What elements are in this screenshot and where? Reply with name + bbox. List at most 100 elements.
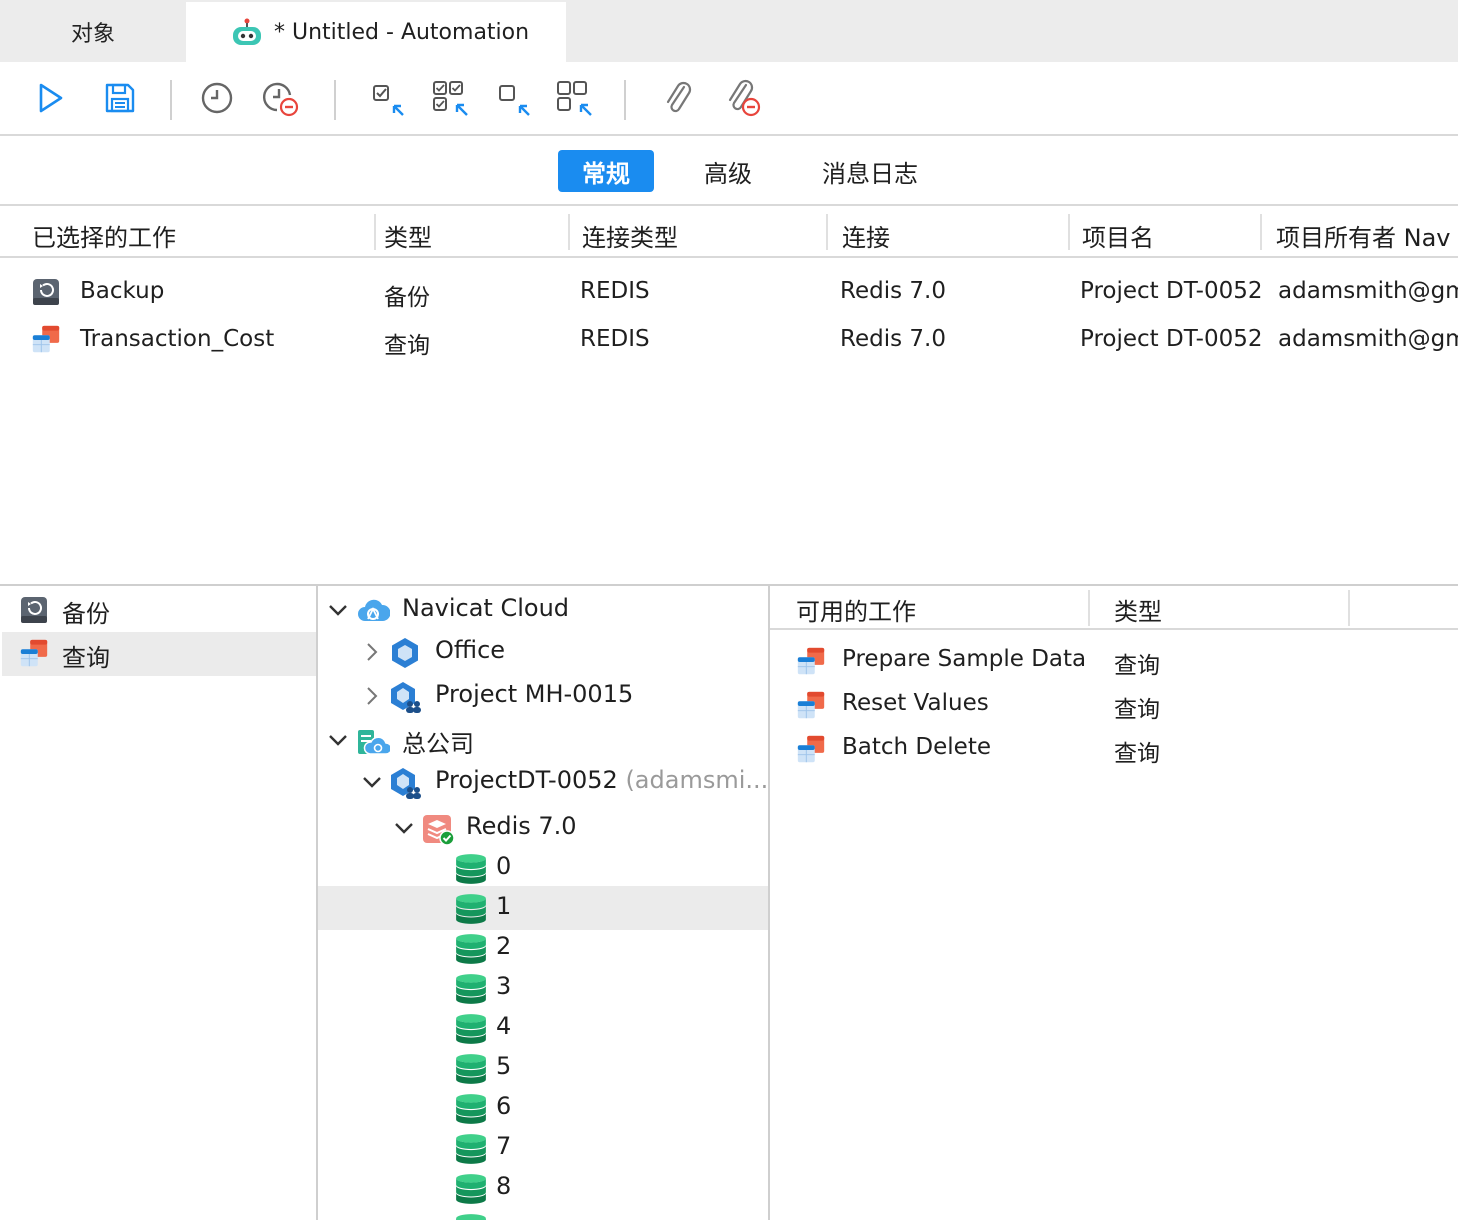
- remove-attachment-icon: [728, 79, 761, 117]
- column-header-type[interactable]: 类型: [1114, 592, 1162, 627]
- deselect-job-button[interactable]: [490, 76, 534, 120]
- deselect-all-jobs-button[interactable]: [552, 76, 596, 120]
- tree-item-redis[interactable]: Redis 7.0: [318, 806, 768, 850]
- tab-advanced[interactable]: 高级: [690, 150, 766, 192]
- cloud-icon: [358, 599, 390, 621]
- project-owner: (adamsmi...: [625, 766, 768, 794]
- tab-objects[interactable]: 对象: [2, 2, 184, 62]
- project-name: ProjectDT-0052: [435, 766, 618, 794]
- tree-item-db-4[interactable]: 4: [318, 1006, 768, 1050]
- available-job-name: Reset Values: [842, 690, 989, 716]
- select-all-jobs-button[interactable]: [428, 76, 472, 120]
- chevron-right-icon[interactable]: [360, 684, 384, 708]
- chevron-down-icon[interactable]: [326, 598, 350, 622]
- job-connection: Redis 7.0: [840, 326, 946, 352]
- column-header-type[interactable]: 类型: [384, 218, 432, 253]
- job-category-list: 备份 查询: [2, 586, 316, 1220]
- column-header-connection-type[interactable]: 连接类型: [582, 218, 678, 253]
- column-divider[interactable]: [1348, 590, 1350, 626]
- column-header-available-jobs[interactable]: 可用的工作: [796, 592, 916, 627]
- column-header-project-name[interactable]: 项目名: [1082, 218, 1154, 253]
- tree-label: 6: [496, 1092, 512, 1120]
- tree-label: Project MH-0015: [435, 680, 634, 708]
- chevron-down-icon[interactable]: [392, 816, 416, 840]
- tree-item-office[interactable]: Office: [318, 630, 768, 674]
- column-header-connection[interactable]: 连接: [842, 218, 890, 253]
- team-project-icon: [388, 766, 422, 800]
- tab-automation-label: * Untitled - Automation: [274, 19, 530, 45]
- tree-label: 7: [496, 1132, 512, 1160]
- attach-button[interactable]: [656, 76, 700, 120]
- table-row[interactable]: Backup 备份 REDIS Redis 7.0 Project DT-005…: [0, 268, 1458, 316]
- tree-item-project-dt[interactable]: ProjectDT-0052 (adamsmi...: [318, 760, 768, 804]
- column-header-project-owner[interactable]: 项目所有者 Nav: [1276, 218, 1451, 253]
- job-project: Project DT-0052: [1080, 326, 1263, 352]
- category-item-backup[interactable]: 备份: [2, 588, 316, 632]
- category-item-query[interactable]: 查询: [2, 632, 316, 676]
- select-job-button[interactable]: [364, 76, 408, 120]
- tree-item-db-partial[interactable]: [318, 1206, 768, 1220]
- remove-schedule-icon: [262, 82, 299, 117]
- tree-label: 3: [496, 972, 512, 1000]
- select-job-icon: [373, 85, 404, 116]
- list-item[interactable]: Batch Delete 查询: [770, 726, 1458, 770]
- chevron-right-icon[interactable]: [360, 640, 384, 664]
- tree-label: 5: [496, 1052, 512, 1080]
- tree-label: Office: [435, 636, 506, 664]
- available-job-type: 查询: [1114, 741, 1160, 767]
- toolbar-separator: [334, 80, 336, 120]
- chevron-down-icon[interactable]: [360, 770, 384, 794]
- save-button[interactable]: [98, 76, 142, 120]
- database-icon: [454, 1092, 488, 1126]
- play-icon: [39, 83, 63, 113]
- tree-item-db-7[interactable]: 7: [318, 1126, 768, 1170]
- tree-item-db-2[interactable]: 2: [318, 926, 768, 970]
- save-icon: [105, 83, 135, 113]
- toolbar-separator: [170, 80, 172, 120]
- tree-label: 0: [496, 852, 512, 880]
- tab-objects-label: 对象: [70, 22, 115, 47]
- database-icon: [454, 1172, 488, 1206]
- server-cloud-icon: [358, 730, 390, 755]
- job-project: Project DT-0052: [1080, 278, 1263, 304]
- tree-item-db-3[interactable]: 3: [318, 966, 768, 1010]
- job-connection: Redis 7.0: [840, 278, 946, 304]
- query-icon: [794, 690, 828, 722]
- set-schedule-button[interactable]: [195, 76, 239, 120]
- tree-item-db-6[interactable]: 6: [318, 1086, 768, 1130]
- remove-attachment-button[interactable]: [720, 76, 764, 120]
- tree-item-db-8[interactable]: 8: [318, 1166, 768, 1210]
- column-divider[interactable]: [1068, 214, 1070, 250]
- column-divider[interactable]: [374, 214, 376, 250]
- database-icon: [454, 852, 488, 886]
- tree-item-db-1[interactable]: 1: [318, 886, 768, 930]
- tree-item-db-5[interactable]: 5: [318, 1046, 768, 1090]
- tab-automation[interactable]: * Untitled - Automation: [186, 2, 566, 62]
- toolbar-separator: [624, 80, 626, 120]
- remove-schedule-button[interactable]: [258, 76, 302, 120]
- job-name: Backup: [80, 278, 165, 304]
- tree-label: ProjectDT-0052 (adamsmi...: [435, 766, 768, 794]
- tree-item-project-mh[interactable]: Project MH-0015: [318, 674, 768, 718]
- list-item[interactable]: Reset Values 查询: [770, 682, 1458, 726]
- database-icon: [454, 1212, 488, 1220]
- chevron-down-icon[interactable]: [326, 728, 350, 752]
- column-divider[interactable]: [1088, 590, 1090, 626]
- query-icon: [794, 734, 828, 766]
- job-name: Transaction_Cost: [80, 326, 275, 352]
- job-type: 查询: [384, 333, 430, 359]
- column-divider[interactable]: [826, 214, 828, 250]
- backup-icon: [18, 594, 50, 626]
- run-button[interactable]: [28, 76, 72, 120]
- tree-item-head-office[interactable]: 总公司: [318, 718, 768, 762]
- tree-item-navicat-cloud[interactable]: Navicat Cloud: [318, 588, 768, 632]
- column-divider[interactable]: [568, 214, 570, 250]
- tree-item-db-0[interactable]: 0: [318, 846, 768, 890]
- tab-general[interactable]: 常规: [558, 150, 654, 192]
- column-header-selected-jobs[interactable]: 已选择的工作: [32, 218, 176, 253]
- table-row[interactable]: Transaction_Cost 查询 REDIS Redis 7.0 Proj…: [0, 316, 1458, 364]
- available-job-name: Prepare Sample Data: [842, 646, 1087, 672]
- list-item[interactable]: Prepare Sample Data 查询: [770, 638, 1458, 682]
- tab-message-log[interactable]: 消息日志: [806, 150, 934, 192]
- column-divider[interactable]: [1260, 214, 1262, 250]
